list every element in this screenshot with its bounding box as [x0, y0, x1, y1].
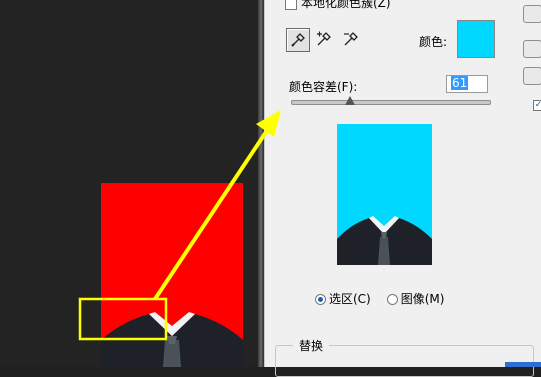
annotation-overlay — [78, 110, 281, 341]
annotation-box — [78, 297, 168, 341]
annotation-arrow-line — [153, 124, 272, 301]
annotation-arrowhead — [256, 110, 281, 137]
